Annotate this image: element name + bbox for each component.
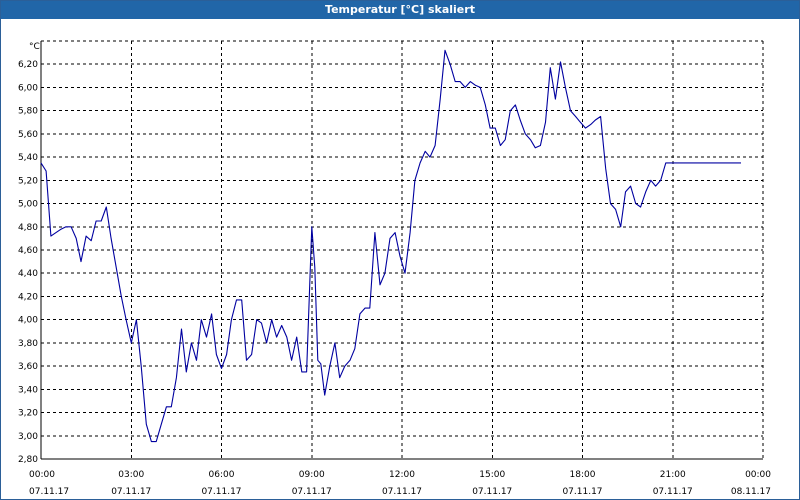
- y-tick-label: 6,00: [18, 83, 38, 93]
- y-tick-label: 3,00: [18, 432, 38, 442]
- y-tick-label: 4,00: [18, 316, 38, 326]
- x-tick-time-label: 06:00: [209, 470, 235, 480]
- temperature-series-line: [40, 49, 741, 443]
- y-tick-label: 5,00: [18, 200, 38, 210]
- y-tick-label: 3,20: [18, 409, 38, 419]
- x-tick-date-label: 07.11.17: [29, 487, 69, 497]
- y-tick-label: 6,20: [18, 60, 38, 70]
- x-tick-date-label: 07.11.17: [562, 487, 602, 497]
- y-axis-unit-label: °C: [29, 42, 40, 52]
- series-group: [40, 49, 741, 443]
- x-tick-time-label: 21:00: [660, 470, 686, 480]
- y-tick-label: 5,60: [18, 130, 38, 140]
- y-tick-label: 4,40: [18, 269, 38, 279]
- y-tick-label: 3,40: [18, 385, 38, 395]
- y-tick-labels: 2,80 3,00 3,20 3,40 3,60 3,80 4,00 4,20 4,40 4,60…: [18, 60, 38, 465]
- x-tick-time-label: 18:00: [570, 470, 596, 480]
- x-tick-date-label: 07.11.17: [653, 487, 693, 497]
- x-tick-time-label: 03:00: [118, 470, 144, 480]
- y-tick-label: 4,60: [18, 246, 38, 256]
- chart-window: Temperatur [°C] skaliert °C 2,80 3,00 3,20…: [0, 0, 800, 500]
- x-tick-time-label: 00:00: [29, 470, 55, 480]
- y-tick-label: 4,20: [18, 292, 38, 302]
- y-tick-label: 2,80: [18, 455, 38, 465]
- y-tick-label: 5,80: [18, 107, 38, 117]
- x-tick-date-label: 08.11.17: [731, 487, 771, 497]
- x-tick-labels: 00:00 07.11.17 03:00 07.11.17 06:00 07.11.17 0…: [29, 470, 771, 497]
- grid: [40, 40, 764, 460]
- y-tick-label: 5,40: [18, 153, 38, 163]
- y-tick-label: 3,60: [18, 362, 38, 372]
- x-tick-date-label: 07.11.17: [292, 487, 332, 497]
- x-tick-date-label: 07.11.17: [201, 487, 241, 497]
- x-tick-time-label: 15:00: [479, 470, 505, 480]
- y-tick-label: 4,80: [18, 223, 38, 233]
- x-tick-date-label: 07.11.17: [472, 487, 512, 497]
- x-tick-time-label: 09:00: [299, 470, 325, 480]
- chart-canvas: °C 2,80 3,00 3,20 3,40 3,60 3,80 4,00 4,20 4,40 4…: [18, 40, 771, 497]
- x-tick-time-label: 12:00: [389, 470, 415, 480]
- y-tick-label: 3,80: [18, 339, 38, 349]
- x-tick-date-label: 07.11.17: [382, 487, 422, 497]
- x-tick-time-label: 00:00: [745, 470, 771, 480]
- y-tick-label: 5,20: [18, 176, 38, 186]
- x-tick-date-label: 07.11.17: [111, 487, 151, 497]
